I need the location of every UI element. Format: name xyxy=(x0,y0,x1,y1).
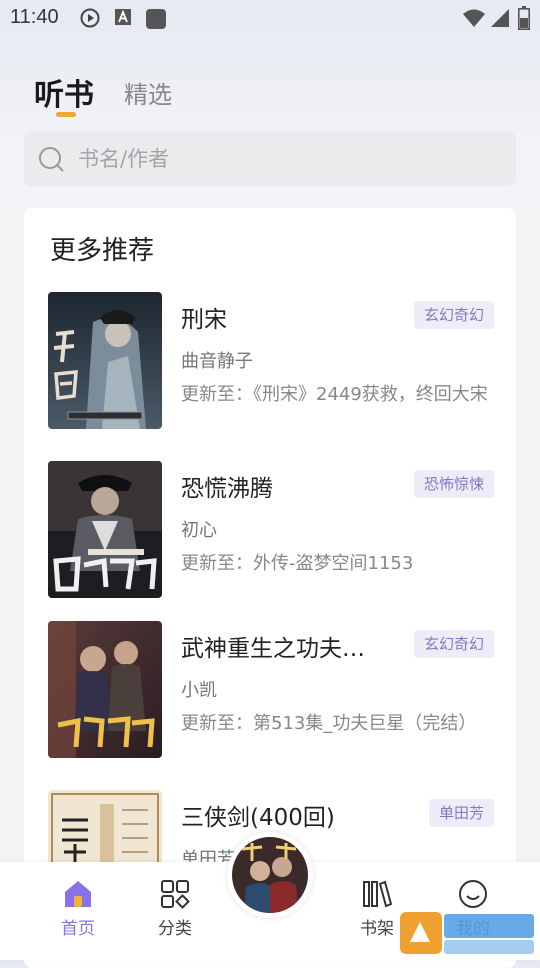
tab-listen[interactable]: 听书 xyxy=(34,70,94,114)
signal-icon xyxy=(490,8,510,32)
book-item[interactable]: 恐慌沸腾 恐怖惊悚 初心 更新至：外传-盗梦空间1153 xyxy=(48,461,494,601)
nav-home-label: 首页 xyxy=(61,919,95,939)
category-grid-icon xyxy=(159,878,191,910)
book-tag: 恐怖惊悚 xyxy=(413,470,494,498)
book-title: 三侠剑(400回) xyxy=(181,805,335,831)
book-tag: 玄幻奇幻 xyxy=(413,630,494,658)
search-icon xyxy=(38,146,66,178)
book-update: 更新至：第513集_功夫巨星（完结） xyxy=(181,713,477,734)
nav-category[interactable]: 分类 xyxy=(135,862,215,960)
book-update: 更新至：外传-盗梦空间1153 xyxy=(181,553,414,574)
book-update: 更新至：《刑宋》2449获救，终回大宋 xyxy=(181,384,488,405)
profile-face-icon xyxy=(457,878,489,910)
book-author: 初心 xyxy=(181,520,217,541)
status-time: 11:40 xyxy=(10,6,59,28)
status-bar: 11:40 xyxy=(0,0,540,36)
book-author: 小凯 xyxy=(181,680,217,701)
app-square-icon xyxy=(145,8,167,34)
book-tag: 玄幻奇幻 xyxy=(413,301,494,329)
watermark-logo xyxy=(400,908,536,958)
book-title: 恐慌沸腾 xyxy=(181,476,273,502)
book-cover[interactable] xyxy=(48,461,162,598)
book-item[interactable]: 刑宋 玄幻奇幻 曲音静子 更新至：《刑宋》2449获救，终回大宋 xyxy=(48,292,494,432)
search-bar[interactable]: 书名/作者 xyxy=(24,132,516,186)
book-cover[interactable] xyxy=(48,292,162,429)
active-tab-indicator xyxy=(56,112,76,117)
bookshelf-icon xyxy=(361,878,393,910)
a-box-icon xyxy=(114,8,132,30)
home-icon xyxy=(62,878,94,910)
nav-category-label: 分类 xyxy=(158,919,192,939)
book-tag: 单田芳 xyxy=(428,799,494,827)
play-circle-icon xyxy=(80,8,100,32)
now-playing-button[interactable] xyxy=(227,832,313,918)
now-playing-cover xyxy=(232,837,308,913)
book-title: 刑宋 xyxy=(181,307,227,333)
tab-featured[interactable]: 精选 xyxy=(124,75,172,110)
wifi-icon xyxy=(462,8,486,32)
book-item[interactable]: 武神重生之功夫… 玄幻奇幻 小凯 更新至：第513集_功夫巨星（完结） xyxy=(48,621,494,761)
book-title: 武神重生之功夫… xyxy=(181,636,365,662)
nav-home[interactable]: 首页 xyxy=(38,862,118,960)
book-author: 曲音静子 xyxy=(181,351,253,372)
section-title: 更多推荐 xyxy=(50,236,155,266)
search-input[interactable]: 书名/作者 xyxy=(78,132,169,186)
book-cover[interactable] xyxy=(48,621,162,758)
battery-icon xyxy=(518,6,530,34)
